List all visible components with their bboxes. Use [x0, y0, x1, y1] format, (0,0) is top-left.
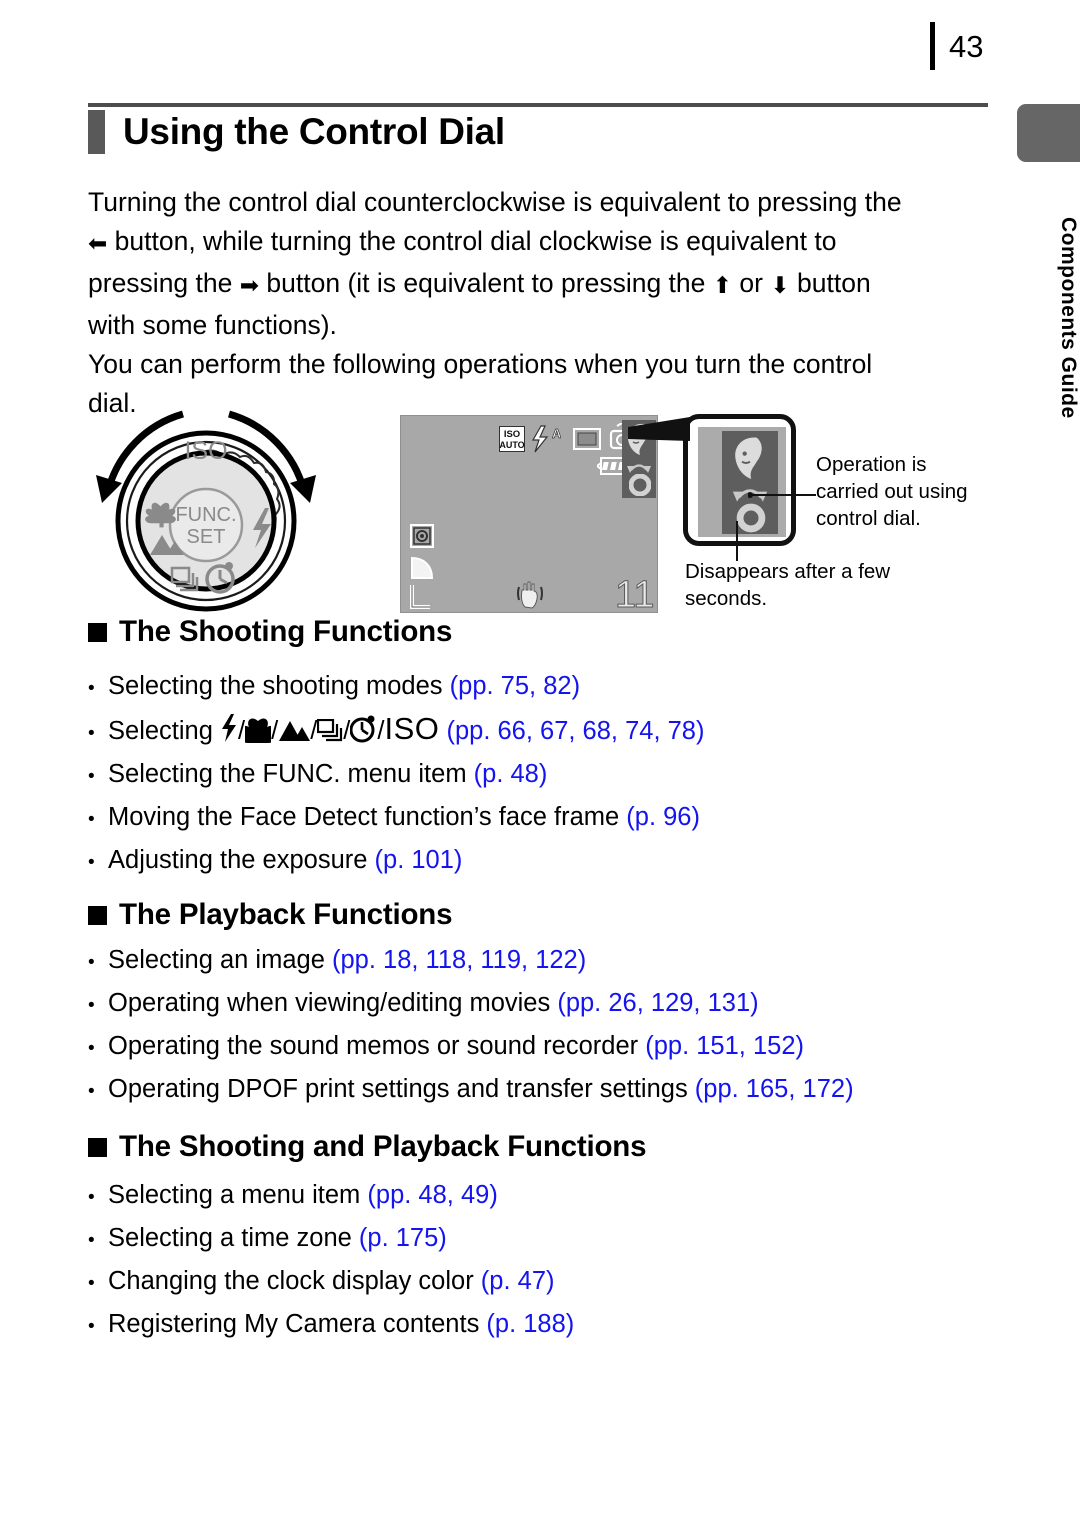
list-item: Operating DPOF print settings and transf… — [88, 1069, 854, 1112]
bullet-icon — [88, 711, 108, 754]
list-item: Adjusting the exposure (p. 101) — [88, 840, 704, 883]
list-item: Operating the sound memos or sound recor… — [88, 1026, 854, 1069]
bullet-icon — [88, 1304, 108, 1347]
page-number-block: 43 — [930, 22, 983, 70]
svg-text:AUTO: AUTO — [499, 440, 524, 450]
iso-label-icon: ISO — [384, 711, 440, 746]
list-item: Selecting an image (pp. 18, 118, 119, 12… — [88, 940, 854, 983]
dial-iso-label: ISO — [184, 437, 227, 465]
magnifier-leader-lines — [628, 417, 690, 441]
bullet-icon — [88, 1261, 108, 1304]
continuous-icon — [317, 719, 343, 742]
intro-paragraph: Turning the control dial counterclockwis… — [88, 183, 988, 423]
resolution-icon — [410, 585, 430, 609]
svg-text:ISO: ISO — [504, 429, 520, 440]
list-item: Operating when viewing/editing movies (p… — [88, 983, 854, 1026]
bullet-icon — [88, 940, 108, 983]
section-tab-marker — [1017, 104, 1080, 162]
section-heading-shooting: The Shooting Functions — [88, 615, 452, 649]
callout-operation: Operation is carried out using control d… — [816, 453, 968, 530]
section-list-shooting: Selecting the shooting modes (pp. 75, 82… — [88, 666, 704, 883]
up-arrow-icon: ⬆ — [712, 273, 733, 299]
page-title: Using the Control Dial — [123, 111, 505, 152]
lcd-screen-diagram: ISO AUTO A 11 — [400, 415, 658, 617]
bullet-icon — [88, 1069, 108, 1112]
control-dial-diagram: ISO FUNC. SET — [96, 410, 316, 612]
macro-icon — [245, 718, 272, 743]
list-item: Selecting a time zone (p. 175) — [88, 1218, 574, 1261]
section-list-shooting-playback: Selecting a menu item (pp. 48, 49) Selec… — [88, 1175, 574, 1347]
section-heading-shooting-playback: The Shooting and Playback Functions — [88, 1130, 647, 1164]
func-label: FUNC. — [175, 504, 236, 526]
page-number: 43 — [949, 28, 984, 64]
intro-line-3: pressing the ➡ button (it is equivalent … — [88, 264, 988, 306]
title-divider — [88, 103, 988, 107]
intro-line-1: Turning the control dial counterclockwis… — [88, 187, 902, 217]
bullet-icon — [88, 1026, 108, 1069]
iso-auto-icon: ISO AUTO — [499, 426, 525, 452]
intro-line-2: ⬅ button, while turning the control dial… — [88, 222, 988, 264]
list-item: Selecting /////ISO (pp. 66, 67, 68, 74, … — [88, 709, 704, 754]
compression-fine-icon — [411, 556, 434, 579]
magnified-dark-panel — [722, 431, 778, 534]
section-bullet-square-icon — [88, 622, 107, 642]
list-item: Changing the clock display color (p. 47) — [88, 1261, 574, 1304]
intro-line-5: You can perform the following operations… — [88, 349, 873, 379]
bullet-icon — [88, 1175, 108, 1218]
figure-control-dial: ISO FUNC. SET ISO AUTO A 11 Operation is… — [88, 403, 1008, 628]
list-item: Registering My Camera contents (p. 188) — [88, 1304, 574, 1347]
section-list-playback: Selecting an image (pp. 18, 118, 119, 12… — [88, 940, 854, 1112]
bullet-icon — [88, 666, 108, 709]
bullet-icon — [88, 840, 108, 883]
list-item: Selecting the shooting modes (pp. 75, 82… — [88, 666, 704, 709]
bullet-icon — [88, 1218, 108, 1261]
metering-icon — [410, 524, 434, 548]
list-item: Moving the Face Detect function’s face f… — [88, 797, 704, 840]
dial-ring-icon — [629, 474, 651, 496]
landscape-icon — [279, 721, 311, 741]
operation-leader-line — [748, 492, 816, 498]
intro-line-4: with some functions). — [88, 310, 337, 340]
down-arrow-icon: ⬇ — [770, 273, 790, 299]
disappears-leader-line — [736, 521, 738, 561]
section-tab-label: Components Guide — [1057, 217, 1080, 419]
ccw-arrowhead — [96, 475, 122, 503]
flash-auto-icon: A — [531, 425, 561, 453]
bullet-icon — [88, 983, 108, 1026]
list-item: Selecting the FUNC. menu item (p. 48) — [88, 754, 704, 797]
title-accent-bar — [88, 110, 105, 154]
section-heading-playback: The Playback Functions — [88, 898, 452, 932]
list-item: Selecting a menu item (pp. 48, 49) — [88, 1175, 574, 1218]
flash-icon — [222, 714, 236, 742]
set-label: SET — [187, 526, 226, 548]
svg-text:A: A — [552, 426, 561, 441]
section-bullet-square-icon — [88, 1137, 107, 1157]
magnified-face-icon — [735, 437, 762, 479]
bullet-icon — [88, 797, 108, 840]
page-number-rule — [930, 22, 935, 70]
left-arrow-icon: ⬅ — [88, 231, 108, 257]
cw-arrowhead — [290, 475, 316, 503]
bullet-icon — [88, 754, 108, 797]
page-title-row: Using the Control Dial — [88, 110, 505, 154]
section-bullet-square-icon — [88, 905, 107, 925]
af-frame-icon — [573, 428, 601, 450]
right-arrow-icon: ➡ — [239, 273, 260, 299]
camera-shake-icon — [517, 581, 543, 609]
callout-disappears: Disappears after a few seconds. — [685, 560, 891, 610]
shots-remaining: 11 — [614, 574, 655, 617]
self-timer-icon — [350, 715, 375, 743]
